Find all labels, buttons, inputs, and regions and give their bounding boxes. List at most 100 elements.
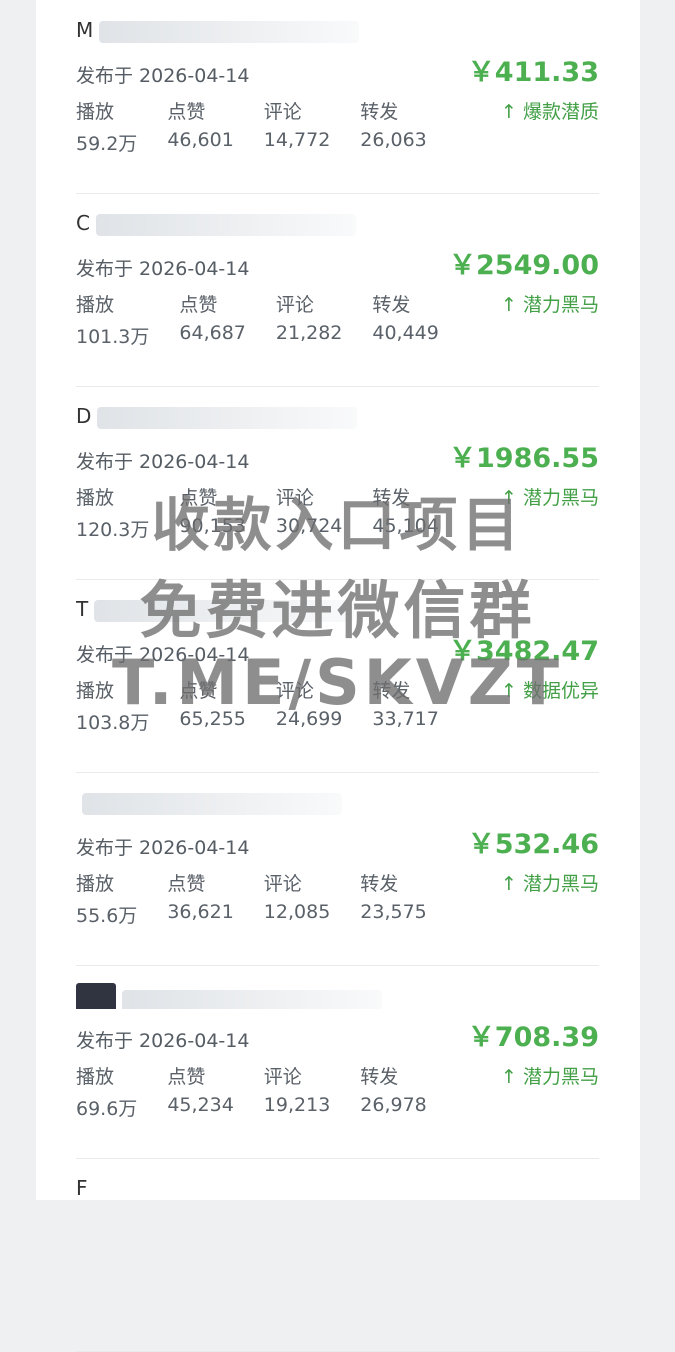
- post-title-text: D: [76, 404, 92, 428]
- stat-label: 播放: [76, 487, 115, 509]
- stat-label: 播放: [76, 873, 115, 895]
- stat-value: 12,085: [263, 901, 331, 923]
- stat-column: 评论 21,282: [276, 290, 342, 349]
- stat-column: 点赞 65,255: [179, 676, 245, 735]
- stat-column: 评论 12,085: [264, 869, 330, 928]
- stat-column: 点赞 64,687: [179, 290, 245, 349]
- stat-value: 90,153: [179, 515, 246, 537]
- post-item[interactable]: C 发布于 2026-04-14 ￥2549.00 ↑ 潜力黑马 播放 101.3万 点赞 6…: [76, 193, 599, 387]
- stat-column: 评论 14,772: [264, 97, 330, 156]
- post-title[interactable]: C: [76, 211, 416, 237]
- post-item[interactable]: F: [76, 1158, 599, 1352]
- post-stats: 播放 103.8万 点赞 65,255 评论 24,699 转发 33,717: [76, 676, 469, 735]
- post-title[interactable]: D: [76, 404, 416, 430]
- blurred-title-area: [97, 406, 358, 429]
- stat-column: 评论 24,699: [276, 676, 342, 735]
- stat-column: 评论 30,724: [276, 483, 342, 542]
- post-title[interactable]: [76, 790, 416, 816]
- post-item[interactable]: 发布于 2026-04-14 ￥532.46 ↑ 潜力黑马 播放 55.6万 点赞 36,6…: [76, 772, 599, 966]
- stat-value: 64,687: [179, 322, 246, 344]
- trend-tag: ↑ 潜力黑马: [501, 487, 599, 509]
- price-value: ￥3482.47: [449, 636, 599, 667]
- blurred-title-area: [94, 599, 355, 622]
- stat-label: 转发: [372, 294, 411, 316]
- post-title-text: F: [76, 1176, 88, 1200]
- post-title[interactable]: [76, 983, 416, 1009]
- stat-value: 69.6万: [76, 1098, 138, 1120]
- stat-label: 点赞: [167, 101, 206, 123]
- thumbnail-image: [76, 983, 116, 1009]
- post-item[interactable]: T 发布于 2026-04-14 ￥3482.47 ↑ 数据优异 播放 103.8万 点赞 6…: [76, 579, 599, 773]
- blurred-title-area: [82, 792, 342, 815]
- stat-column: 评论 19,213: [264, 1062, 330, 1121]
- stat-value: 36,621: [167, 901, 234, 923]
- stat-column: 转发 26,978: [360, 1062, 426, 1121]
- stat-label: 转发: [360, 1066, 399, 1088]
- stat-column: 转发 45,104: [372, 483, 438, 542]
- stat-value: 46,601: [167, 129, 234, 151]
- stat-value: 23,575: [360, 901, 427, 923]
- stat-column: 播放 55.6万: [76, 869, 137, 928]
- trend-tag: ↑ 潜力黑马: [501, 1066, 599, 1088]
- stat-label: 点赞: [179, 680, 218, 702]
- post-title-text: C: [76, 211, 90, 235]
- stat-label: 播放: [76, 294, 115, 316]
- stat-label: 播放: [76, 101, 115, 123]
- stat-value: 59.2万: [76, 133, 138, 155]
- post-title[interactable]: M: [76, 18, 416, 44]
- stat-value: 21,282: [275, 322, 343, 344]
- stat-column: 播放 120.3万: [76, 483, 149, 542]
- price-value: ￥2549.00: [449, 250, 599, 281]
- stat-value: 40,449: [372, 322, 439, 344]
- post-item[interactable]: 发布于 2026-04-14 ￥708.39 ↑ 潜力黑马 播放 69.6万 点赞 45,2…: [76, 965, 599, 1159]
- post-stats: 播放 55.6万 点赞 36,621 评论 12,085 转发 23,575: [76, 869, 457, 928]
- stat-label: 点赞: [179, 294, 218, 316]
- blurred-title-area: [95, 213, 356, 236]
- stat-value: 19,213: [263, 1094, 331, 1116]
- stat-column: 转发 40,449: [372, 290, 438, 349]
- stat-label: 评论: [275, 487, 314, 509]
- stat-column: 播放 59.2万: [76, 97, 137, 156]
- stat-column: 点赞 45,234: [167, 1062, 233, 1121]
- stat-column: 播放 103.8万: [76, 676, 149, 735]
- stat-column: 转发 23,575: [360, 869, 426, 928]
- stat-value: 14,772: [263, 129, 331, 151]
- stat-label: 点赞: [167, 873, 206, 895]
- post-title[interactable]: T: [76, 597, 416, 623]
- stat-label: 播放: [76, 680, 115, 702]
- post-stats: 播放 59.2万 点赞 46,601 评论 14,772 转发 26,063: [76, 97, 457, 156]
- stat-value: 26,063: [360, 129, 427, 151]
- trend-tag: ↑ 爆款潜质: [501, 101, 599, 123]
- post-title[interactable]: F: [76, 1176, 416, 1202]
- stat-label: 转发: [372, 680, 411, 702]
- stat-label: 转发: [360, 101, 399, 123]
- stat-column: 播放 69.6万: [76, 1062, 137, 1121]
- stat-value: 33,717: [372, 708, 439, 730]
- stat-label: 评论: [263, 1066, 302, 1088]
- post-item[interactable]: M 发布于 2026-04-14 ￥411.33 ↑ 爆款潜质 播放 59.2万 点赞 46,…: [76, 0, 599, 194]
- stat-label: 评论: [275, 680, 314, 702]
- stat-label: 评论: [263, 101, 302, 123]
- publish-date: 发布于 2026-04-14: [76, 837, 250, 859]
- post-item[interactable]: D 发布于 2026-04-14 ￥1986.55 ↑ 潜力黑马 播放 120.3万 点赞 9…: [76, 386, 599, 580]
- stat-value: 103.8万: [76, 712, 150, 734]
- stat-label: 转发: [372, 487, 411, 509]
- stat-value: 55.6万: [76, 905, 138, 927]
- trend-tag: ↑ 数据优异: [501, 680, 599, 702]
- stat-label: 播放: [76, 1066, 115, 1088]
- stat-column: 点赞 36,621: [167, 869, 233, 928]
- stat-column: 点赞 46,601: [167, 97, 233, 156]
- trend-tag: ↑ 潜力黑马: [501, 294, 599, 316]
- stat-value: 30,724: [275, 515, 343, 537]
- publish-date: 发布于 2026-04-14: [76, 65, 250, 87]
- stat-column: 播放 101.3万: [76, 290, 149, 349]
- stat-label: 转发: [360, 873, 399, 895]
- stat-column: 转发 26,063: [360, 97, 426, 156]
- price-value: ￥708.39: [467, 1022, 599, 1053]
- blurred-title-area: [122, 990, 382, 1009]
- stat-value: 26,978: [360, 1094, 427, 1116]
- post-list-card: M 发布于 2026-04-14 ￥411.33 ↑ 爆款潜质 播放 59.2万 点赞 46,…: [36, 0, 640, 1352]
- post-stats: 播放 101.3万 点赞 64,687 评论 21,282 转发 40,449: [76, 290, 469, 349]
- stat-column: 转发 33,717: [372, 676, 438, 735]
- stat-value: 120.3万: [76, 519, 150, 541]
